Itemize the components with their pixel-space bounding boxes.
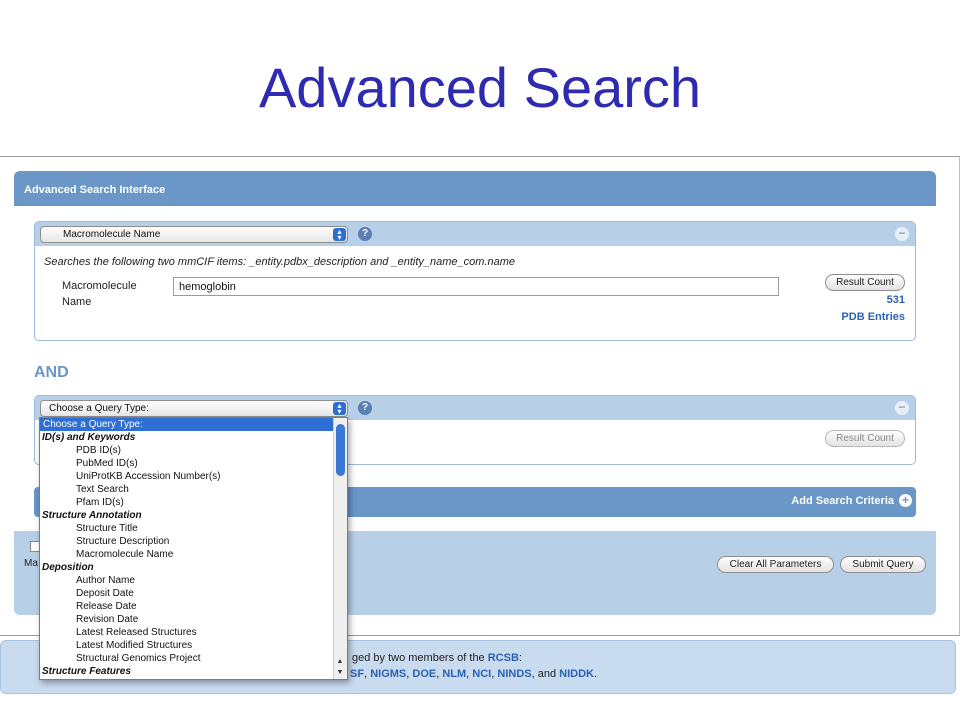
query-type-dropdown-list[interactable]: Choose a Query Type: ID(s) and Keywords …	[39, 417, 348, 680]
and-operator-label: AND	[34, 364, 69, 381]
plus-icon[interactable]: +	[899, 494, 912, 507]
bottom-line-1: ged by two members of the RCSB:	[352, 652, 522, 664]
sponsor-link[interactable]: NIGMS	[370, 668, 406, 680]
result-count-button-1[interactable]: Result Count	[825, 274, 905, 291]
scroll-down-arrow-icon[interactable]: ▼	[335, 668, 345, 678]
query-type-select-2[interactable]: Choose a Query Type: ▴ ▾	[40, 400, 348, 417]
footer-partial-label: Ma	[24, 558, 38, 569]
query-type-select-1-value: Macromolecule Name	[63, 229, 161, 240]
sponsor-link[interactable]: NINDS	[497, 668, 531, 680]
remove-criteria-icon[interactable]: −	[895, 401, 909, 415]
dropdown-option[interactable]: Pfam ID(s)	[40, 496, 347, 509]
help-icon[interactable]: ?	[358, 227, 372, 241]
remove-criteria-icon[interactable]: −	[895, 227, 909, 241]
dropdown-option[interactable]: Text Search	[40, 483, 347, 496]
clear-all-parameters-button[interactable]: Clear All Parameters	[717, 556, 834, 573]
sponsor-link[interactable]: DOE	[412, 668, 436, 680]
add-search-criteria-label[interactable]: Add Search Criteria	[791, 495, 894, 507]
dropdown-option[interactable]: Structure Description	[40, 535, 347, 548]
dropdown-option[interactable]: Release Date	[40, 600, 347, 613]
bottom-line-1-prefix: ged by two members of the	[352, 652, 488, 664]
bottom-line-2-and: , and	[531, 668, 560, 680]
field-label-line1: Macromolecule	[62, 280, 137, 292]
dropdown-options: Choose a Query Type: ID(s) and Keywords …	[40, 418, 347, 678]
field-label-line2: Name	[62, 296, 92, 308]
dropdown-option[interactable]: Latest Released Structures	[40, 626, 347, 639]
dropdown-option[interactable]: Macromolecule Name	[40, 548, 347, 561]
select-arrows-icon: ▴ ▾	[333, 228, 346, 242]
dropdown-option[interactable]: Choose a Query Type:	[40, 418, 347, 431]
bottom-line-2: SF, NIGMS, DOE, NLM, NCI, NINDS, and NID…	[350, 668, 598, 680]
scrollbar-thumb[interactable]	[336, 424, 345, 476]
sponsor-link[interactable]: NLM	[442, 668, 466, 680]
pdb-entries-link[interactable]: PDB Entries	[841, 311, 905, 323]
bottom-line-1-suffix: :	[518, 652, 522, 664]
dropdown-option[interactable]: PubMed ID(s)	[40, 457, 347, 470]
field-label: Macromolecule Name	[62, 278, 137, 310]
dropdown-option[interactable]: PDB ID(s)	[40, 444, 347, 457]
select-arrows-icon: ▴ ▾	[333, 402, 346, 416]
dropdown-group-header: Deposition	[42, 562, 94, 573]
dropdown-group-header: Structure Annotation	[42, 510, 142, 521]
rcsb-link[interactable]: RCSB	[488, 652, 519, 664]
bottom-line-2-end: .	[593, 668, 598, 680]
dropdown-option[interactable]: Structural Genomics Project	[40, 652, 347, 665]
sponsor-link[interactable]: NCI	[472, 668, 491, 680]
panel-header: Advanced Search Interface	[14, 171, 936, 206]
dropdown-group-header: Structure Features	[42, 666, 131, 677]
result-count-value[interactable]: 531	[887, 294, 905, 306]
help-icon[interactable]: ?	[358, 401, 372, 415]
criteria-box-1: Macromolecule Name ▴ ▾ ? − Searches the f…	[34, 221, 916, 341]
dropdown-group-header: ID(s) and Keywords	[42, 432, 136, 443]
scroll-up-arrow-icon[interactable]: ▲	[335, 657, 345, 667]
dropdown-option[interactable]: Latest Modified Structures	[40, 639, 347, 652]
result-count-button-2[interactable]: Result Count	[825, 430, 905, 447]
slide-title: Advanced Search	[258, 56, 702, 119]
query-type-select-2-value: Choose a Query Type:	[49, 403, 149, 414]
sponsor-link[interactable]: SF	[350, 668, 364, 680]
macromolecule-name-input[interactable]	[173, 277, 779, 296]
dropdown-option[interactable]: UniProtKB Accession Number(s)	[40, 470, 347, 483]
dropdown-scrollbar[interactable]: ▲ ▼	[333, 418, 347, 679]
submit-query-button[interactable]: Submit Query	[840, 556, 926, 573]
dropdown-option[interactable]: Deposit Date	[40, 587, 347, 600]
sponsor-link[interactable]: NIDDK	[559, 668, 594, 680]
criteria-description: Searches the following two mmCIF items: …	[44, 256, 515, 268]
dropdown-option[interactable]: Revision Date	[40, 613, 347, 626]
query-type-select-1[interactable]: Macromolecule Name ▴ ▾	[40, 226, 348, 243]
dropdown-option[interactable]: Structure Title	[40, 522, 347, 535]
dropdown-option[interactable]: Author Name	[40, 574, 347, 587]
